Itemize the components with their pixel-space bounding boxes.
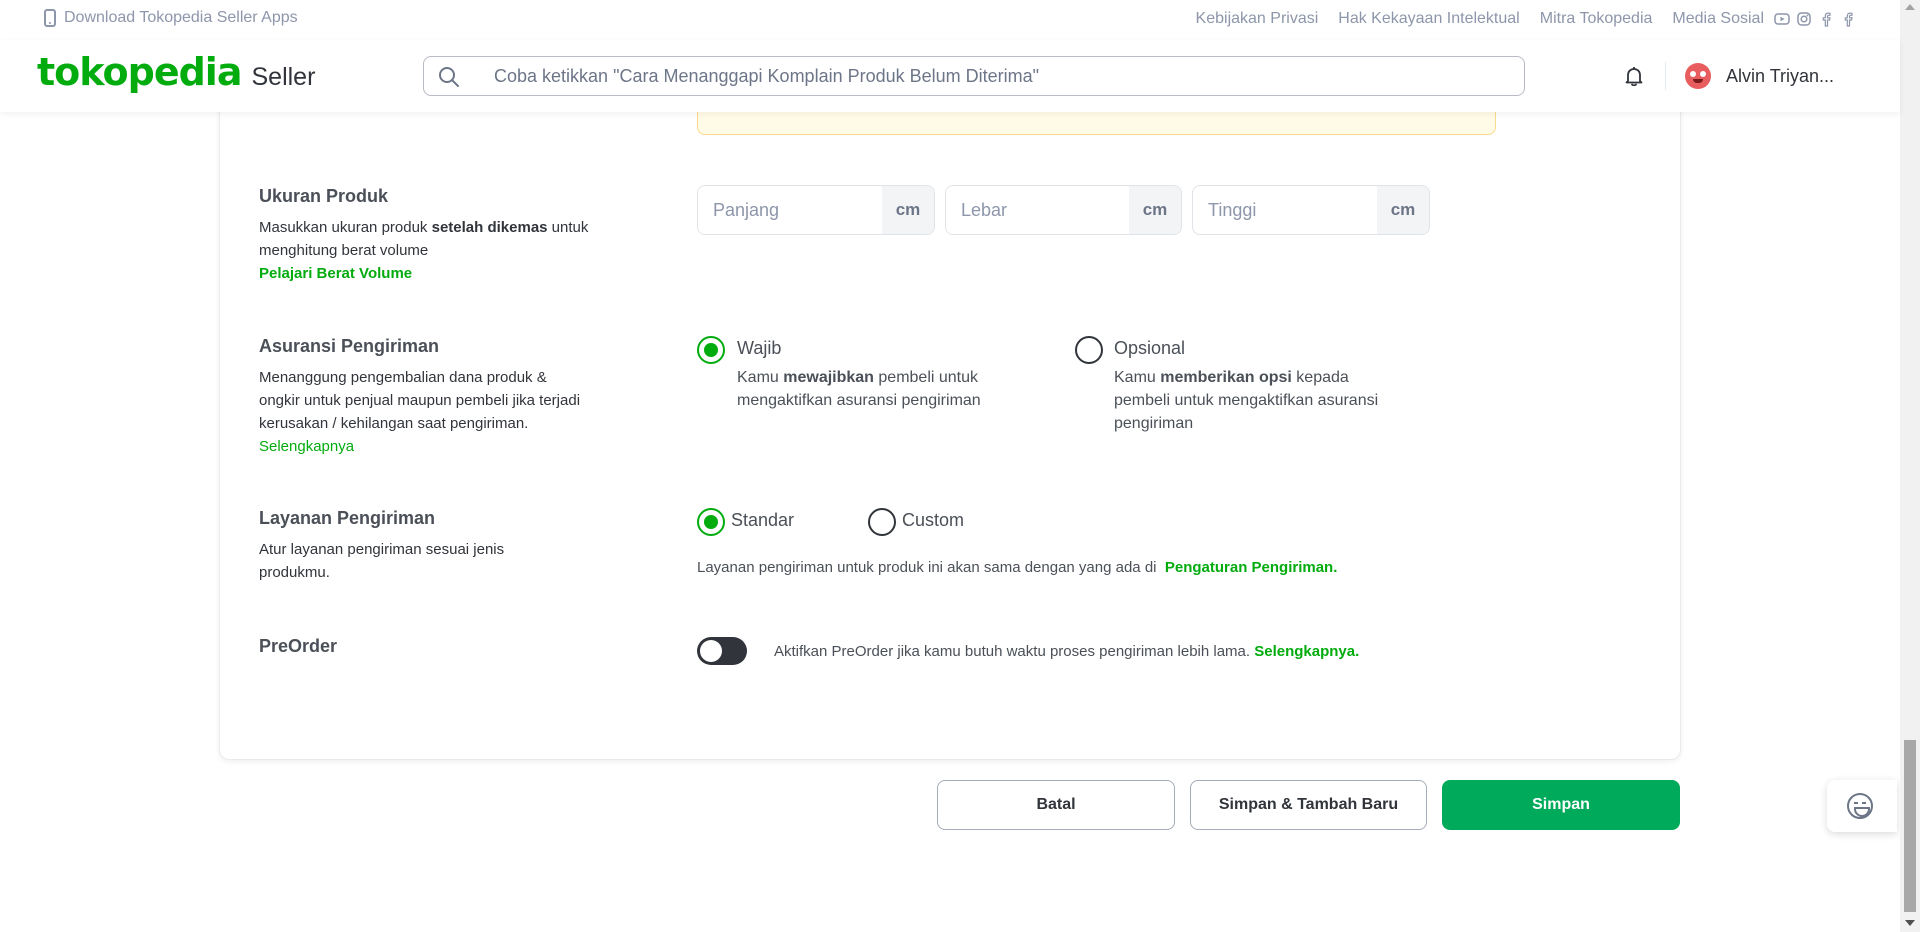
opsional-label[interactable]: Opsional (1114, 338, 1185, 359)
smiley-icon (1847, 793, 1873, 819)
radio-opsional[interactable] (1075, 336, 1103, 364)
asuransi-desc-text: Menanggung pengembalian dana produk & on… (259, 369, 581, 432)
social-icons (1774, 11, 1856, 27)
pelajari-berat-volume-link[interactable]: Pelajari Berat Volume (259, 265, 412, 282)
wajib-label[interactable]: Wajib (737, 338, 781, 359)
header-divider (1665, 62, 1666, 90)
scroll-thumb[interactable] (1904, 740, 1916, 912)
tinggi-field[interactable]: Tinggi cm (1192, 185, 1430, 235)
scroll-down-arrow-icon[interactable] (1905, 920, 1915, 926)
scroll-up-arrow-icon[interactable] (1905, 4, 1915, 10)
panjang-field[interactable]: Panjang cm (697, 185, 935, 235)
layanan-info: Layanan pengiriman untuk produk ini akan… (697, 556, 1337, 579)
download-app-label: Download Tokopedia Seller Apps (64, 9, 298, 26)
standar-label[interactable]: Standar (731, 510, 794, 531)
main-header: tokopedia Seller Alvin Triyan... (0, 40, 1900, 112)
simpan-button[interactable]: Simpan (1442, 780, 1680, 830)
layanan-info-text: Layanan pengiriman untuk produk ini akan… (697, 559, 1157, 576)
radio-standar[interactable] (697, 508, 725, 536)
download-app-link[interactable]: Download Tokopedia Seller Apps (44, 9, 298, 27)
lebar-unit: cm (1129, 186, 1181, 234)
avatar[interactable] (1685, 63, 1711, 89)
pengaturan-pengiriman-link[interactable]: Pengaturan Pengiriman. (1165, 559, 1338, 576)
wajib-desc: Kamu mewajibkan pembeli untuk mengaktifk… (737, 366, 1007, 412)
simpan-tambah-baru-button[interactable]: Simpan & Tambah Baru (1190, 780, 1427, 830)
top-links: Kebijakan Privasi Hak Kekayaan Intelektu… (1196, 10, 1856, 28)
preorder-info-text: Aktifkan PreOrder jika kamu butuh waktu … (774, 643, 1251, 660)
search-input[interactable] (494, 65, 1394, 87)
asuransi-desc: Menanggung pengembalian dana produk & on… (259, 366, 589, 458)
search-icon (438, 66, 459, 87)
asuransi-selengkapnya-link[interactable]: Selengkapnya (259, 438, 354, 455)
preorder-selengkapnya-link[interactable]: Selengkapnya. (1254, 643, 1359, 660)
lebar-placeholder: Lebar (961, 200, 1008, 220)
radio-wajib[interactable] (697, 336, 725, 364)
logo-seller-text: Seller (251, 63, 316, 91)
link-media-sosial: Media Sosial (1672, 10, 1764, 27)
opsional-desc-bold: memberikan opsi (1160, 369, 1292, 386)
custom-label[interactable]: Custom (902, 510, 964, 531)
opsional-desc: Kamu memberikan opsi kepada pembeli untu… (1114, 366, 1384, 435)
tinggi-unit: cm (1377, 186, 1429, 234)
tinggi-placeholder: Tinggi (1208, 200, 1257, 220)
link-hak-kekayaan-intelektual[interactable]: Hak Kekayaan Intelektual (1338, 10, 1519, 28)
facebook-icon[interactable] (1840, 11, 1856, 27)
instagram-icon[interactable] (1796, 11, 1812, 27)
opsional-desc-pre: Kamu (1114, 369, 1161, 386)
bell-icon[interactable] (1622, 64, 1646, 88)
ukuran-desc-part1: Masukkan ukuran produk (259, 219, 432, 236)
search-bar[interactable] (423, 56, 1525, 96)
phone-icon (44, 9, 56, 27)
radio-custom[interactable] (868, 508, 896, 536)
ukuran-desc-bold: setelah dikemas (431, 219, 548, 236)
preorder-title: PreOrder (259, 636, 338, 656)
panjang-placeholder: Panjang (713, 200, 780, 220)
asuransi-title: Asuransi Pengiriman (259, 336, 440, 356)
tokopedia-seller-logo[interactable]: tokopedia Seller (37, 50, 315, 94)
preorder-info: Aktifkan PreOrder jika kamu butuh waktu … (774, 640, 1359, 663)
batal-button[interactable]: Batal (937, 780, 1175, 830)
facebook-icon[interactable] (1818, 11, 1834, 27)
wajib-desc-pre: Kamu (737, 369, 784, 386)
username[interactable]: Alvin Triyan... (1726, 66, 1834, 87)
page-scrollbar[interactable] (1900, 0, 1920, 932)
wajib-desc-bold: mewajibkan (783, 369, 874, 386)
ukuran-produk-title: Ukuran Produk (259, 186, 389, 206)
feedback-widget[interactable] (1827, 780, 1897, 832)
panjang-unit: cm (882, 186, 934, 234)
ukuran-produk-desc: Masukkan ukuran produk setelah dikemas u… (259, 216, 589, 285)
layanan-desc: Atur layanan pengiriman sesuai jenis pro… (259, 541, 505, 581)
preorder-toggle[interactable] (697, 637, 747, 665)
logo-text: tokopedia (37, 50, 242, 94)
youtube-icon[interactable] (1774, 11, 1790, 27)
top-bar: Download Tokopedia Seller Apps Kebijakan… (0, 0, 1900, 40)
layanan-title: Layanan Pengiriman (259, 508, 436, 528)
link-kebijakan-privasi[interactable]: Kebijakan Privasi (1196, 10, 1319, 28)
link-mitra-tokopedia[interactable]: Mitra Tokopedia (1540, 10, 1653, 28)
lebar-field[interactable]: Lebar cm (945, 185, 1182, 235)
